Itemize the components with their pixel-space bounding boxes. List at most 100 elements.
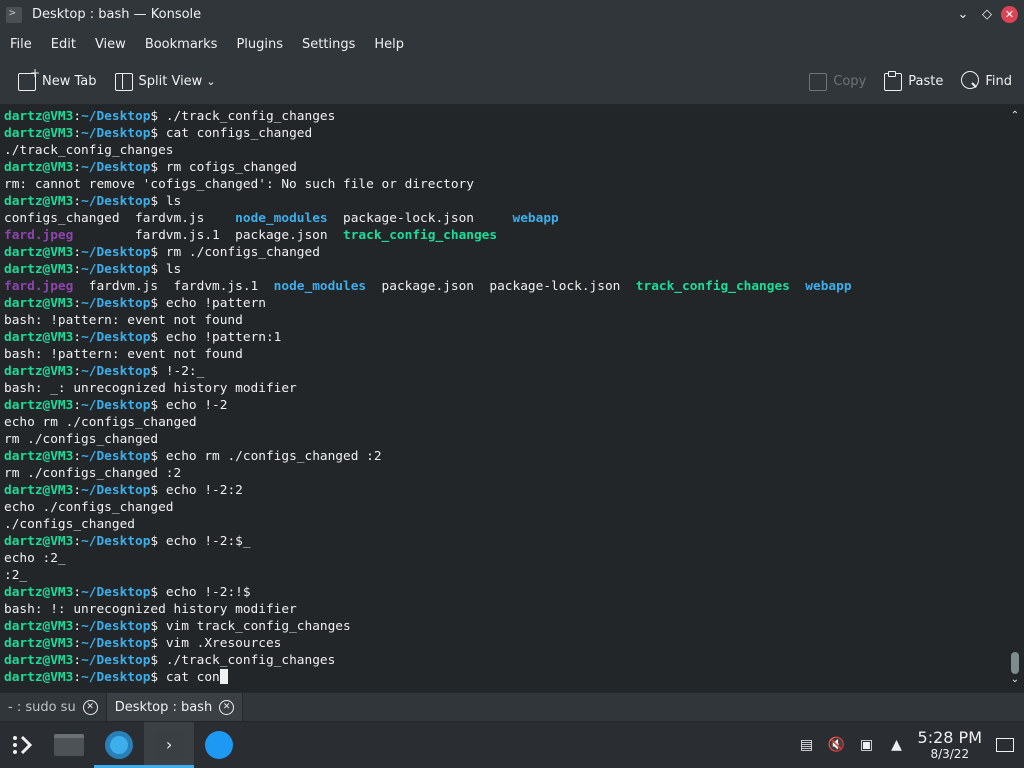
prompt-path: ~/Desktop	[81, 296, 151, 311]
ls-entry-img: fard.jpeg	[4, 279, 74, 294]
split-view-icon	[114, 72, 133, 91]
maximize-button[interactable]: ◇	[975, 3, 999, 27]
output-text: bash: !: unrecognized history modifier	[4, 602, 297, 617]
terminal-line: rm ./configs_changed	[4, 431, 1006, 448]
ls-entry: fardvm.js	[134, 211, 236, 226]
menu-bookmarks[interactable]: Bookmarks	[139, 37, 224, 52]
terminal-line: dartz@VM3:~/Desktop$ ls	[4, 193, 1006, 210]
prompt-path: ~/Desktop	[81, 483, 151, 498]
prompt-sep: :	[73, 398, 82, 413]
new-tab-button[interactable]: New Tab	[12, 66, 103, 97]
terminal-line: echo rm ./configs_changed	[4, 414, 1006, 431]
output-text: :2_	[4, 568, 28, 583]
expand-tray-icon[interactable]: ▲	[882, 722, 912, 768]
split-view-label: Split View	[138, 74, 203, 89]
prompt-sep: :	[73, 296, 82, 311]
menu-file[interactable]: File	[4, 37, 38, 52]
output-text: ./configs_changed	[4, 517, 135, 532]
terminal-line: bash: !pattern: event not found	[4, 346, 1006, 363]
menu-bar: File Edit View Bookmarks Plugins Setting…	[0, 29, 1024, 59]
command-text: $ ./track_config_changes	[150, 653, 336, 668]
copy-icon	[809, 72, 828, 91]
scrollbar-thumb[interactable]	[1011, 652, 1019, 674]
close-icon[interactable]: ✕	[82, 699, 98, 715]
terminal-line: dartz@VM3:~/Desktop$ vim .Xresources	[4, 635, 1006, 652]
prompt-user: dartz@VM3	[4, 245, 74, 260]
output-text: echo rm ./configs_changed	[4, 415, 197, 430]
menu-plugins[interactable]: Plugins	[230, 37, 289, 52]
menu-view[interactable]: View	[89, 37, 132, 52]
output-text: bash: _: unrecognized history modifier	[4, 381, 297, 396]
tab-desktop-bash[interactable]: Desktop : bash ✕	[106, 693, 244, 721]
command-text: $ rm cofigs_changed	[150, 160, 297, 175]
window-title: Desktop : bash — Konsole	[32, 7, 202, 22]
prompt-sep: :	[73, 126, 82, 141]
prompt-sep: :	[73, 109, 82, 124]
file-manager-icon[interactable]	[44, 722, 94, 768]
command-text: $ vim track_config_changes	[150, 619, 351, 634]
output-text: rm ./configs_changed	[4, 432, 159, 447]
prompt-path: ~/Desktop	[81, 364, 151, 379]
ls-entry-dir: node_modules	[235, 211, 328, 226]
command-text: $ ./track_config_changes	[150, 109, 336, 124]
search-icon	[961, 71, 980, 89]
launcher-icon[interactable]	[0, 722, 44, 768]
menu-edit[interactable]: Edit	[45, 37, 82, 52]
browser-icon[interactable]	[94, 722, 144, 768]
close-button[interactable]: ✕	[1001, 6, 1018, 23]
output-text: echo :2_	[4, 551, 66, 566]
clock[interactable]: 5:28 PM 8/3/22	[918, 729, 982, 762]
prompt-path: ~/Desktop	[81, 398, 151, 413]
ls-entry-img: fard.jpeg	[4, 228, 74, 243]
terminal-line: dartz@VM3:~/Desktop$ cat con	[4, 669, 1006, 686]
scroll-up-icon[interactable]: ⌃	[1009, 110, 1021, 122]
volume-muted-icon[interactable]: 🔇	[822, 722, 852, 768]
clock-date: 8/3/22	[930, 747, 970, 761]
prompt-user: dartz@VM3	[4, 364, 74, 379]
tab-sudo-su[interactable]: - : sudo su ✕	[0, 693, 107, 721]
terminal-scrollbar[interactable]: ⌃ ⌄	[1006, 106, 1024, 690]
minimize-button[interactable]: ⌄	[951, 3, 975, 27]
terminal-line: dartz@VM3:~/Desktop$ cat configs_changed	[4, 125, 1006, 142]
prompt-sep: :	[73, 670, 82, 685]
command-text: $ echo !pattern:1	[150, 330, 282, 345]
tab-bar: - : sudo su ✕ Desktop : bash ✕	[0, 692, 1024, 721]
close-icon[interactable]: ✕	[219, 699, 235, 715]
konsole-icon[interactable]: ›	[144, 722, 194, 768]
new-tab-label: New Tab	[42, 74, 97, 89]
chevron-down-icon[interactable]: ⌄	[206, 75, 215, 88]
ls-entry	[790, 279, 805, 294]
terminal-line: dartz@VM3:~/Desktop$ echo !pattern:1	[4, 329, 1006, 346]
show-desktop-icon[interactable]	[996, 738, 1014, 752]
terminal-output[interactable]: dartz@VM3:~/Desktop$ ./track_config_chan…	[0, 106, 1006, 690]
prompt-path: ~/Desktop	[81, 160, 151, 175]
command-text: $ echo !pattern	[150, 296, 266, 311]
output-text: echo ./configs_changed	[4, 500, 174, 515]
new-tab-icon	[18, 66, 40, 91]
terminal-line: bash: _: unrecognized history modifier	[4, 380, 1006, 397]
scroll-down-icon[interactable]: ⌄	[1009, 674, 1021, 686]
prompt-path: ~/Desktop	[81, 585, 151, 600]
prompt-path: ~/Desktop	[81, 126, 151, 141]
paste-button[interactable]: Paste	[878, 67, 949, 97]
prompt-path: ~/Desktop	[81, 194, 151, 209]
menu-help[interactable]: Help	[368, 37, 410, 52]
command-text: $ echo rm ./configs_changed :2	[150, 449, 382, 464]
split-view-button[interactable]: Split View ⌄	[109, 67, 222, 97]
discover-icon[interactable]	[194, 722, 244, 768]
konsole-app-icon[interactable]	[6, 6, 22, 23]
prompt-sep: :	[73, 534, 82, 549]
prompt-sep: :	[73, 483, 82, 498]
prompt-user: dartz@VM3	[4, 653, 74, 668]
terminal-line: dartz@VM3:~/Desktop$ rm ./configs_change…	[4, 244, 1006, 261]
find-button[interactable]: Find	[955, 67, 1018, 97]
network-icon[interactable]: ▣	[852, 722, 882, 768]
prompt-sep: :	[73, 330, 82, 345]
output-text: bash: !pattern: event not found	[4, 347, 243, 362]
terminal-line: fard.jpeg fardvm.js fardvm.js.1 node_mod…	[4, 278, 1006, 295]
copy-button[interactable]: Copy	[803, 67, 872, 97]
prompt-user: dartz@VM3	[4, 296, 74, 311]
ls-entry-dir: node_modules	[273, 279, 367, 294]
menu-settings[interactable]: Settings	[296, 37, 361, 52]
clipboard-icon[interactable]: ▤	[792, 722, 822, 768]
